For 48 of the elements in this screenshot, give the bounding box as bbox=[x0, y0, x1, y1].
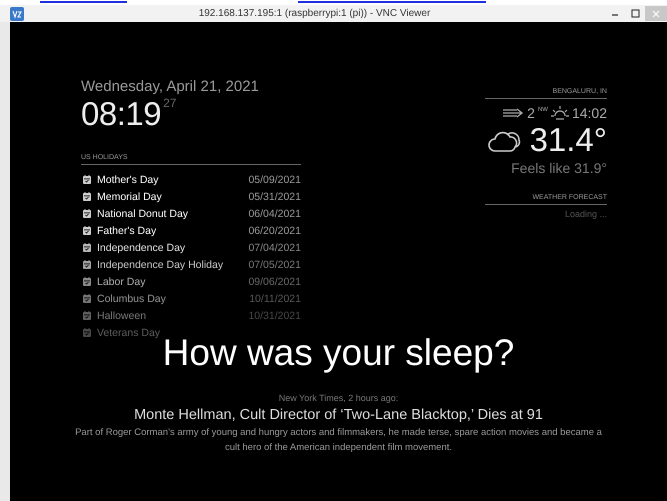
news-description: Part of Roger Corman’s army of young and hungry actors and filmmakers, he made terse, spare action movies and became a cult hero of the American independent film movement. bbox=[74, 426, 603, 455]
holiday-date: 10/31/2021 bbox=[248, 310, 301, 322]
wind-speed: 2 bbox=[527, 105, 535, 121]
holiday-name: Independence Day Holiday bbox=[97, 258, 224, 270]
calendar-icon bbox=[83, 192, 91, 201]
clock-seconds: 27 bbox=[163, 96, 176, 110]
calendar-icon bbox=[83, 277, 91, 286]
holiday-date: 06/20/2021 bbox=[248, 224, 301, 236]
minimize-icon bbox=[612, 14, 618, 16]
holiday-name: Mother's Day bbox=[97, 174, 160, 186]
feels-like-text: Feels like 31.9° bbox=[511, 160, 607, 176]
clock-time: 08:19 bbox=[81, 96, 162, 132]
window-title: 192.168.137.195:1 (raspberrypi:1 (pi)) - VNC Viewer bbox=[198, 8, 432, 19]
holiday-name: Father's Day bbox=[97, 224, 158, 236]
sun-time: 14:02 bbox=[572, 105, 607, 121]
sun-icon bbox=[550, 105, 569, 121]
maximize-icon bbox=[631, 10, 639, 18]
loading-text: Loading ... bbox=[564, 209, 607, 219]
calendar-icon bbox=[83, 260, 91, 269]
calendar-icon bbox=[83, 311, 91, 320]
holiday-name: Halloween bbox=[97, 310, 148, 322]
holiday-date: 07/04/2021 bbox=[248, 242, 301, 254]
close-icon bbox=[652, 10, 660, 17]
holiday-date: 05/09/2021 bbox=[248, 174, 301, 186]
news-source: New York Times, 2 hours ago: bbox=[278, 393, 400, 403]
date-text: Wednesday, April 21, 2021 bbox=[81, 78, 260, 95]
holiday-date: 06/04/2021 bbox=[248, 208, 301, 220]
calendar-icon bbox=[83, 209, 91, 218]
app-icon bbox=[10, 6, 24, 20]
calendar-icon bbox=[83, 243, 91, 252]
holiday-name: National Donut Day bbox=[97, 208, 190, 220]
calendar-icon bbox=[83, 175, 91, 184]
holiday-name: Labor Day bbox=[97, 276, 146, 288]
holiday-date: 07/05/2021 bbox=[248, 258, 301, 270]
wind-icon bbox=[502, 107, 524, 119]
calendar-icon bbox=[83, 294, 91, 303]
holiday-name: Independence Day bbox=[97, 242, 186, 254]
holiday-date: 09/06/2021 bbox=[248, 276, 301, 288]
holiday-name: Memorial Day bbox=[97, 190, 163, 202]
holiday-date: 10/11/2021 bbox=[249, 292, 301, 304]
calendar-icon bbox=[83, 226, 91, 235]
calendar-icon bbox=[83, 328, 91, 337]
holiday-name: Veterans Day bbox=[97, 326, 162, 338]
compliment-text: How was your sleep? bbox=[162, 334, 514, 371]
holiday-name: Columbus Day bbox=[97, 292, 167, 304]
holiday-date: 05/31/2021 bbox=[248, 190, 301, 202]
news-headline: Monte Hellman, Cult Director of ‘Two-Lane Blacktop,’ Dies at 91 bbox=[133, 407, 544, 423]
temperature-text: 31.4° bbox=[530, 121, 607, 159]
